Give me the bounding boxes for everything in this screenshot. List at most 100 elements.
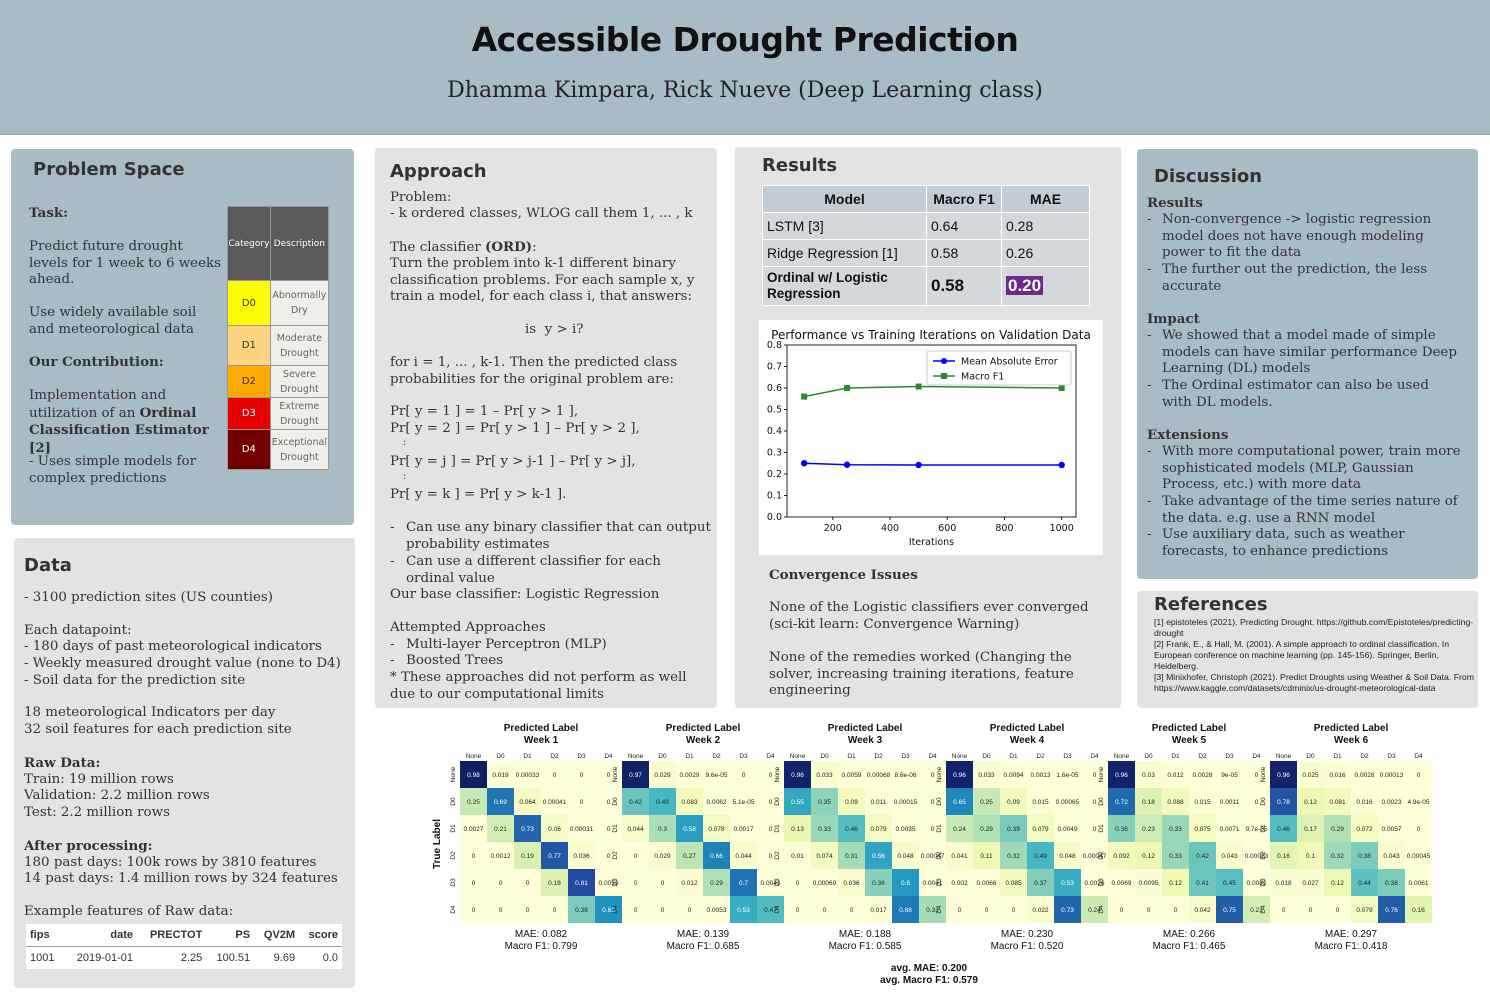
drought-cat-d4: D4	[227, 429, 271, 470]
example-header: fips	[26, 924, 64, 947]
extensions-item: Use auxiliary data, such as weather fore…	[1162, 527, 1409, 559]
confusion-matrices-area: True Label Predicted Label Week 1 None None D…	[376, 713, 1477, 989]
data-point	[1058, 385, 1065, 391]
approach-panel: Approach Problem: - k ordered classes, W…	[375, 148, 717, 708]
example-cell: 9.69	[273, 952, 296, 964]
matrix-f1: Macro F1: 0.465	[1153, 941, 1226, 952]
legend-label: Mean Absolute Error	[961, 357, 1058, 368]
cell-value: 0.33	[1169, 826, 1182, 833]
cell-value: 0	[931, 799, 935, 806]
formula-line: Pr[ y = 1 ] = 1 – Pr[ y > 1 ],	[390, 404, 579, 419]
cell-value: 0.019	[492, 772, 509, 779]
row-label: None	[1098, 766, 1105, 782]
drought-cat-d0: D0	[227, 280, 271, 326]
column-label: D2	[1036, 753, 1045, 760]
cell-value: 0.044	[735, 853, 752, 860]
cell-value: 0	[1309, 907, 1313, 914]
matrix-f1: Macro F1: 0.418	[1315, 941, 1388, 952]
cell-value: 0.0061	[1409, 880, 1429, 887]
results-model: Ordinal w/ Logistic Regression	[762, 266, 927, 306]
line-chart-box: Performance vs Training Iterations on Va…	[759, 320, 1103, 555]
cell-value: 0.46	[1277, 826, 1290, 833]
drought-desc-d3: Extreme Drought	[269, 397, 330, 430]
cell-value: 0	[1417, 826, 1421, 833]
cell-value: 0	[769, 772, 773, 779]
cell-value: 0.46	[845, 826, 858, 833]
example-header: PS	[206, 924, 255, 947]
x-tick-label: 1000	[1050, 523, 1074, 534]
cell-value: 5.1e-05	[732, 799, 754, 806]
row-label: D1	[612, 824, 619, 833]
column-label: D0	[1144, 753, 1153, 760]
attempted-label: Attempted Approaches	[390, 620, 546, 635]
cell-value: 0.01	[791, 853, 804, 860]
cell-value: 0.09	[845, 799, 858, 806]
cell-value: 0.58	[683, 826, 696, 833]
column-label: D4	[1090, 753, 1099, 760]
matrix-xlabel: Predicted Label	[1152, 723, 1227, 734]
cell-value: 0.53	[1061, 880, 1074, 887]
cell-value: 0.0035	[896, 826, 916, 833]
row-label: D1	[450, 824, 457, 833]
cell-value: 0.44	[1358, 880, 1371, 887]
cell-value: 0.022	[1032, 907, 1049, 914]
classifier-text: Turn the problem into k-1 different bina…	[390, 256, 699, 305]
cell-value: 0	[1147, 907, 1151, 914]
legend-marker	[941, 358, 947, 364]
cell-value: 0.00045	[1407, 853, 1431, 860]
attempted-item: Boosted Trees	[406, 653, 504, 668]
cell-value: 8.6e-06	[894, 772, 916, 779]
cell-value: 0.081	[1329, 799, 1346, 806]
results-table: Model Macro F1 MAE LSTM [3] 0.64 0.28 Ri…	[762, 185, 1090, 306]
results-f1: 0.64	[926, 212, 1002, 240]
results-mae-highlight: 0.20	[1006, 276, 1044, 295]
after-processing-item: 14 past days: 1.4 million rows by 324 fe…	[24, 871, 338, 886]
cell-value: 0.96	[1277, 772, 1290, 779]
y-tick-label: 0.5	[767, 405, 782, 416]
cell-value: 0	[1120, 907, 1124, 914]
cell-value: 1.6e-05	[1056, 772, 1078, 779]
cell-value: 0.16	[1277, 853, 1290, 860]
column-label: D0	[658, 753, 667, 760]
cell-value: 0	[796, 907, 800, 914]
problem-space-title: Problem Space	[33, 159, 185, 180]
cell-value: 0	[472, 880, 476, 887]
y-tick-label: 0.3	[767, 448, 782, 459]
results-header-mae: MAE	[1001, 185, 1090, 213]
cell-value: 0.96	[953, 772, 966, 779]
cell-value: 0	[931, 772, 935, 779]
cell-value: 0.00069	[813, 880, 837, 887]
y-tick-label: 0.1	[767, 491, 782, 502]
cell-value: 0.00013	[1380, 772, 1404, 779]
cell-value: 0.36	[872, 880, 885, 887]
cell-value: 0.53	[737, 907, 750, 914]
drought-cat-d3: D3	[227, 397, 271, 430]
cell-value: 0.96	[791, 772, 804, 779]
row-label: D0	[612, 797, 619, 806]
approach-title: Approach	[390, 161, 487, 182]
cell-value: 0.016	[1329, 772, 1346, 779]
row-label: D2	[1098, 851, 1105, 860]
cell-value: 0.12	[1142, 853, 1155, 860]
column-label: D2	[1198, 753, 1207, 760]
cell-value: 0.017	[870, 907, 887, 914]
matrix-f1: Macro F1: 0.520	[991, 941, 1064, 952]
column-label: D4	[766, 753, 775, 760]
formula-vdots: :	[403, 471, 407, 482]
cell-value: 0.7	[739, 880, 748, 887]
y-tick-label: 0.4	[767, 426, 782, 437]
data-point	[915, 461, 922, 469]
cell-value: 0	[1336, 907, 1340, 914]
cell-value: 0	[499, 907, 503, 914]
drought-cat-d1: D1	[227, 325, 271, 366]
cell-value: 0.06	[548, 826, 561, 833]
results-header-model: Model	[762, 185, 927, 213]
example-cell: 1001	[30, 952, 55, 964]
cell-value: 0.11	[980, 853, 993, 860]
cell-value: 0.083	[681, 799, 698, 806]
line-chart: Performance vs Training Iterations on Va…	[767, 328, 1091, 548]
row-label: D0	[450, 797, 457, 806]
cell-value: 0.03	[1142, 772, 1155, 779]
cell-value: 0.66	[710, 853, 723, 860]
row-label: D0	[936, 797, 943, 806]
